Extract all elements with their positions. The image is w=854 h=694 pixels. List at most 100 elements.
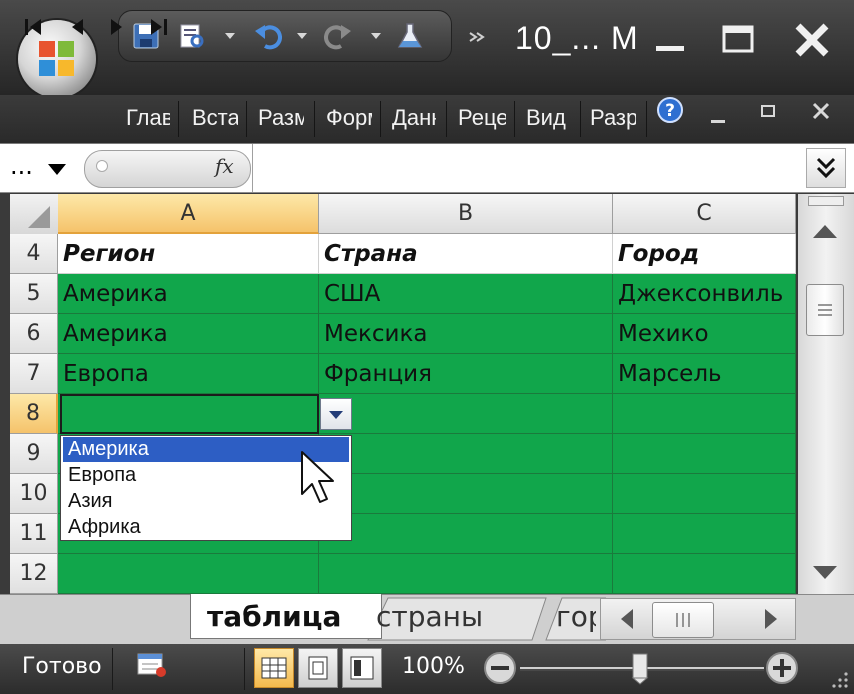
tab-insert[interactable]: Вставка xyxy=(192,105,238,135)
scroll-down-icon[interactable] xyxy=(808,562,842,582)
sheet-tab-cities[interactable]: города xyxy=(556,600,596,633)
row-header[interactable]: 11 xyxy=(10,514,58,554)
row-header[interactable]: 5 xyxy=(10,274,58,314)
tab-home[interactable]: Главная xyxy=(126,105,170,135)
chevron-down-icon[interactable] xyxy=(48,164,66,175)
vertical-scroll-thumb[interactable] xyxy=(806,284,844,336)
horizontal-scroll-thumb[interactable] xyxy=(652,602,714,638)
table-header-cell[interactable]: Город xyxy=(613,234,796,274)
print-preview-icon[interactable] xyxy=(177,21,207,51)
row-header[interactable]: 10 xyxy=(10,474,58,514)
macro-record-icon[interactable] xyxy=(136,650,168,680)
chevron-down-icon[interactable] xyxy=(297,33,307,39)
status-ready: Готово xyxy=(22,654,102,679)
scroll-right-icon[interactable] xyxy=(760,606,782,632)
row-header[interactable]: 9 xyxy=(10,434,58,474)
zoom-slider[interactable] xyxy=(480,648,812,688)
sheet-tab-countries[interactable]: страны xyxy=(376,600,483,633)
expand-formula-bar-button[interactable] xyxy=(806,148,846,188)
tab-developer[interactable]: Разработчик xyxy=(590,105,636,135)
table-cell[interactable] xyxy=(613,474,796,514)
minimize-icon[interactable] xyxy=(652,22,688,58)
formula-handle-icon[interactable] xyxy=(96,160,108,172)
page-break-view-button[interactable] xyxy=(342,648,382,688)
table-cell[interactable]: Мехико xyxy=(613,314,796,354)
double-chevron-down-icon xyxy=(816,157,836,179)
zoom-level[interactable]: 100% xyxy=(402,654,465,679)
tab-page-layout[interactable]: Разметка страницы xyxy=(258,105,304,135)
scroll-left-icon[interactable] xyxy=(616,606,638,632)
svg-text:?: ? xyxy=(665,101,675,121)
table-cell[interactable] xyxy=(613,514,796,554)
insert-function-button[interactable]: fx xyxy=(215,154,234,178)
table-cell[interactable] xyxy=(613,394,796,434)
grip-icon xyxy=(676,613,690,627)
split-handle[interactable] xyxy=(808,196,844,206)
chevron-down-icon[interactable] xyxy=(371,33,381,39)
undo-icon[interactable] xyxy=(253,21,283,51)
row-header[interactable]: 4 xyxy=(10,234,58,274)
table-cell[interactable] xyxy=(613,434,796,474)
close-icon[interactable] xyxy=(792,22,832,58)
table-cell[interactable]: Франция xyxy=(319,354,613,394)
first-sheet-icon[interactable] xyxy=(22,16,44,38)
table-cell[interactable]: Мексика xyxy=(319,314,613,354)
formula-bar: ... fx xyxy=(0,143,854,193)
status-divider xyxy=(112,648,113,690)
ribbon-restore-icon[interactable] xyxy=(758,102,778,120)
help-icon[interactable]: ? xyxy=(656,96,684,124)
tab-divider xyxy=(514,101,515,137)
page-layout-view-button[interactable] xyxy=(298,648,338,688)
resize-grip-icon[interactable] xyxy=(826,666,850,690)
table-cell[interactable] xyxy=(319,434,613,474)
table-cell[interactable]: Марсель xyxy=(613,354,796,394)
scroll-up-icon[interactable] xyxy=(808,222,842,242)
table-header-cell[interactable]: Регион xyxy=(58,234,319,274)
next-sheet-icon[interactable] xyxy=(106,16,128,38)
name-box[interactable]: ... xyxy=(10,152,33,180)
grip-icon xyxy=(818,304,832,316)
sheet-tab-label: таблица xyxy=(207,600,342,633)
table-cell[interactable]: Джексонвиль xyxy=(613,274,796,314)
ribbon-close-icon[interactable] xyxy=(810,100,832,122)
table-cell[interactable] xyxy=(613,554,796,594)
tab-view[interactable]: Вид xyxy=(526,105,570,135)
table-cell[interactable]: Европа xyxy=(58,354,319,394)
table-cell[interactable]: Америка xyxy=(58,274,319,314)
select-all-button[interactable] xyxy=(10,194,59,235)
dropdown-option[interactable]: Африка xyxy=(63,515,349,540)
last-sheet-icon[interactable] xyxy=(148,16,170,38)
tab-review[interactable]: Рецензирование xyxy=(458,105,506,135)
maximize-icon[interactable] xyxy=(720,22,756,58)
normal-view-button[interactable] xyxy=(254,648,294,688)
redo-icon[interactable] xyxy=(323,21,353,51)
tab-formulas[interactable]: Формулы xyxy=(326,105,372,135)
column-header-c[interactable]: C xyxy=(613,194,796,234)
table-cell[interactable]: Америка xyxy=(58,314,319,354)
chevron-down-icon[interactable] xyxy=(225,33,235,39)
table-cell[interactable]: США xyxy=(319,274,613,314)
table-cell[interactable] xyxy=(319,394,613,434)
column-header-b[interactable]: B xyxy=(319,194,613,234)
tab-divider xyxy=(580,101,581,137)
office-logo-icon xyxy=(39,41,74,76)
column-header-a[interactable]: A xyxy=(58,194,319,234)
table-cell[interactable] xyxy=(319,514,613,554)
table-cell[interactable] xyxy=(319,554,613,594)
row-header[interactable]: 7 xyxy=(10,354,58,394)
customize-toolbar-icon[interactable] xyxy=(468,28,486,46)
tab-data[interactable]: Данные xyxy=(392,105,436,135)
vertical-scrollbar[interactable] xyxy=(798,194,854,594)
previous-sheet-icon[interactable] xyxy=(66,16,88,38)
row-header[interactable]: 12 xyxy=(10,554,58,594)
row-header[interactable]: 8 xyxy=(10,394,58,434)
table-cell[interactable] xyxy=(58,554,319,594)
formula-input[interactable] xyxy=(252,144,802,192)
ribbon-minimize-icon[interactable] xyxy=(708,110,728,126)
active-cell-outline[interactable] xyxy=(60,394,319,434)
table-cell[interactable] xyxy=(319,474,613,514)
table-header-cell[interactable]: Страна xyxy=(319,234,613,274)
tab-divider xyxy=(246,101,247,137)
flask-icon[interactable] xyxy=(395,21,425,51)
row-header[interactable]: 6 xyxy=(10,314,58,354)
